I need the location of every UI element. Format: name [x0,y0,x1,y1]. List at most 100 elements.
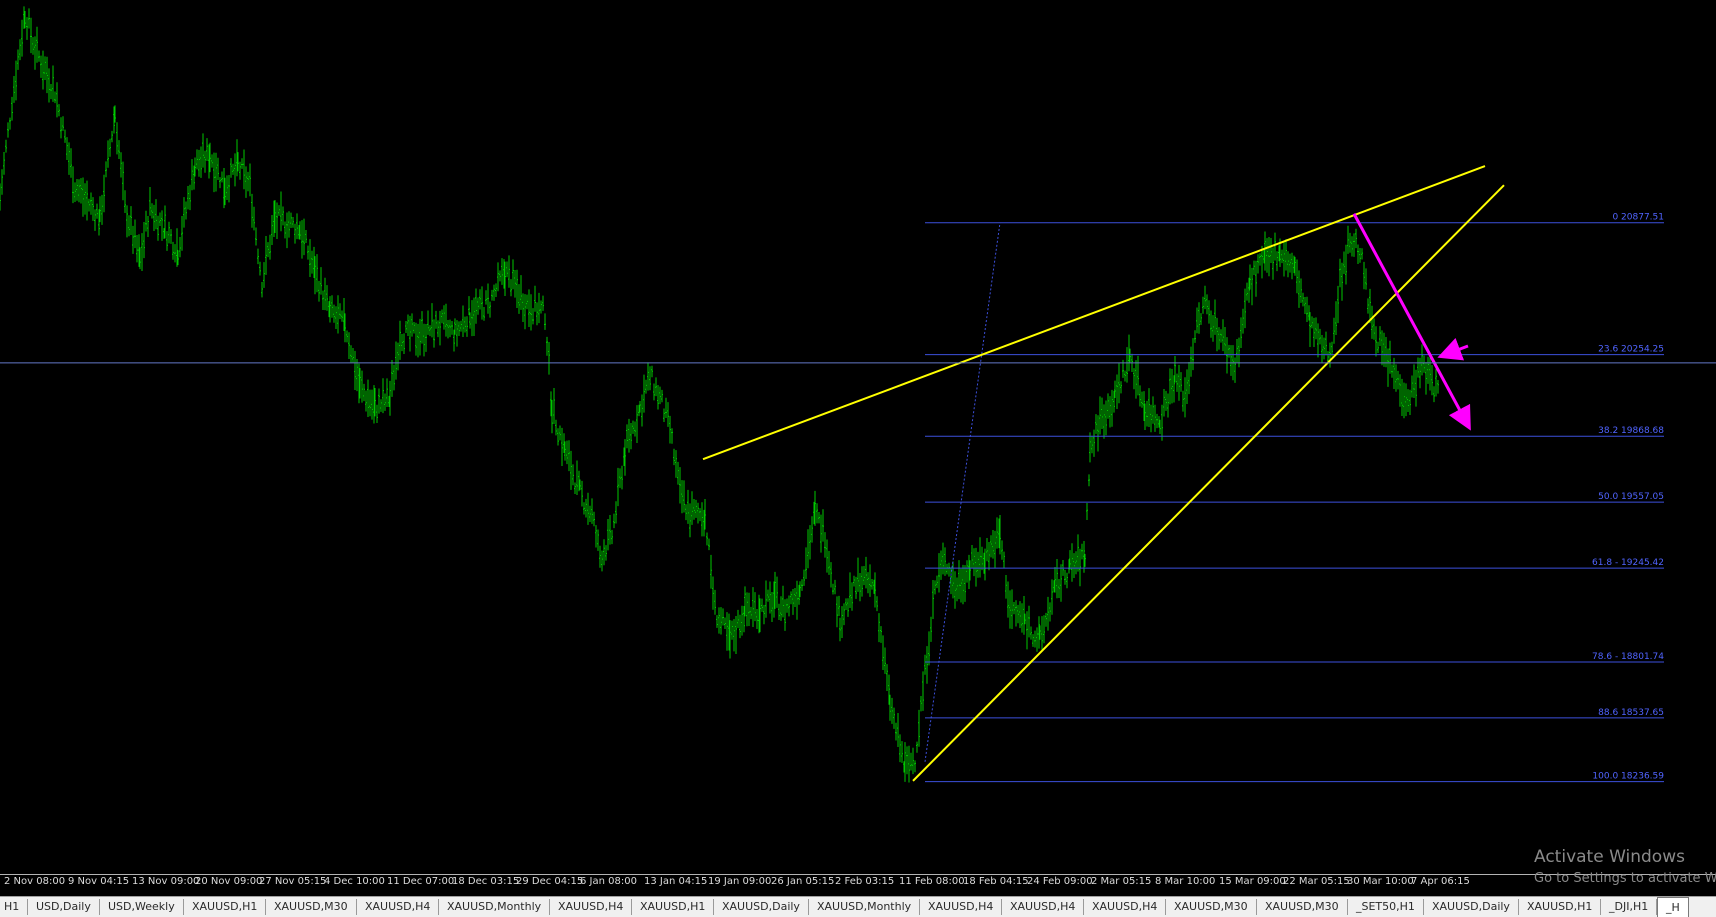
price-bar [601,550,603,572]
price-bar [750,606,752,620]
price-bar [183,197,185,228]
price-bar [249,163,251,197]
price-bar [603,539,605,566]
chart-tab[interactable]: USD,Weekly [100,899,184,915]
price-bar [807,529,809,569]
price-bar [767,589,769,602]
price-chart[interactable]: 0 20877.51 23.6 20254.25 38.2 19868.68 50.0… [0,0,1716,876]
price-bar [1184,377,1186,418]
price-bar [1371,305,1373,339]
chart-tab[interactable]: XAUUSD,H4 [1084,899,1167,915]
chart-tab[interactable]: XAUUSD,Monthly [439,899,551,915]
price-bar [307,245,309,260]
price-bar [376,404,378,424]
price-bar [599,545,601,568]
chart-tab[interactable]: H1 [0,899,29,915]
price-bar [1032,634,1034,647]
price-bar [126,205,128,238]
price-bar [1268,236,1270,277]
price-bar [335,306,337,330]
chart-tab-bar: H1 USD,Daily USD,Weekly XAUUSD,H1 XAUUSD,M30… [0,896,1716,917]
chart-tab[interactable]: XAUUSD,M30 [1166,899,1257,915]
price-bar [942,542,944,575]
price-bar [80,178,82,204]
time-axis-label: 11 Feb 08:00 [899,876,965,887]
price-bar [1013,601,1015,615]
price-bar [259,261,261,276]
price-bar [296,213,298,240]
price-bar [849,572,851,608]
price-bar [350,345,352,364]
price-bar [906,746,908,775]
chart-tab[interactable]: _DJI,H1 [1601,899,1658,915]
price-bar [1210,310,1212,338]
chart-tab[interactable]: XAUUSD,H1 [184,899,267,915]
price-bar [1253,260,1255,275]
price-bar [724,617,726,629]
price-bar [546,336,548,356]
chart-tab[interactable]: XAUUSD,H4 [920,899,1003,915]
chart-tab[interactable]: XAUUSD,H1 [1519,899,1602,915]
price-bar [530,294,532,331]
chart-tab[interactable]: XAUUSD,H4 [357,899,440,915]
price-bar [348,332,350,359]
price-bar [581,480,583,507]
price-bar [1182,390,1184,412]
price-bar [50,84,52,100]
price-bar [445,303,447,337]
chart-tab[interactable]: XAUUSD,M30 [266,899,357,915]
price-bar [489,301,491,318]
chart-tab[interactable]: _SET50,H1 [1348,899,1424,915]
chart-tab[interactable]: XAUUSD,Daily [714,899,809,915]
price-bar [1383,332,1385,367]
price-bar [451,320,453,335]
price-bar [661,389,663,403]
chart-tab[interactable]: _H [1657,897,1689,917]
price-bar [234,153,236,187]
price-bar [62,116,64,131]
price-bar [1154,404,1156,432]
chart-tab[interactable]: XAUUSD,H4 [550,899,633,915]
price-bar [1361,248,1363,260]
price-bar [251,193,253,228]
price-bar [499,270,501,282]
chart-tab[interactable]: XAUUSD,Daily [1424,899,1519,915]
price-bar [271,215,273,246]
price-bar [1097,415,1099,452]
price-bar [1306,296,1308,323]
price-bar [1152,396,1154,424]
price-bar [1163,388,1165,417]
price-bar [1030,626,1032,640]
price-bar [962,564,964,605]
price-bar [1302,292,1304,307]
price-bar [619,468,621,488]
price-bar [836,596,838,628]
price-bar [918,709,920,747]
chart-tab[interactable]: USD,Daily [28,899,100,915]
price-bar [776,576,778,608]
price-bar [720,607,722,635]
price-bar [487,283,489,314]
price-bar [536,302,538,326]
price-bar [587,492,589,525]
price-bar [303,218,305,256]
price-bar [386,378,388,408]
price-bar [1047,596,1049,631]
price-bar [701,502,703,537]
price-bar [516,269,518,309]
price-bar [331,295,333,318]
price-bar [253,206,255,231]
price-bar [42,50,44,90]
price-bar [1321,335,1323,363]
price-bar [1413,364,1415,399]
price-bar [241,158,243,169]
chart-tab[interactable]: XAUUSD,Monthly [809,899,921,915]
price-bar [722,608,724,626]
price-bar [378,388,380,414]
chart-tab[interactable]: XAUUSD,M30 [1257,899,1348,915]
price-bar [689,503,691,538]
price-bar [839,617,841,642]
chart-tab[interactable]: XAUUSD,H4 [1002,899,1085,915]
chart-tab[interactable]: XAUUSD,H1 [632,899,715,915]
price-bar [1171,368,1173,404]
